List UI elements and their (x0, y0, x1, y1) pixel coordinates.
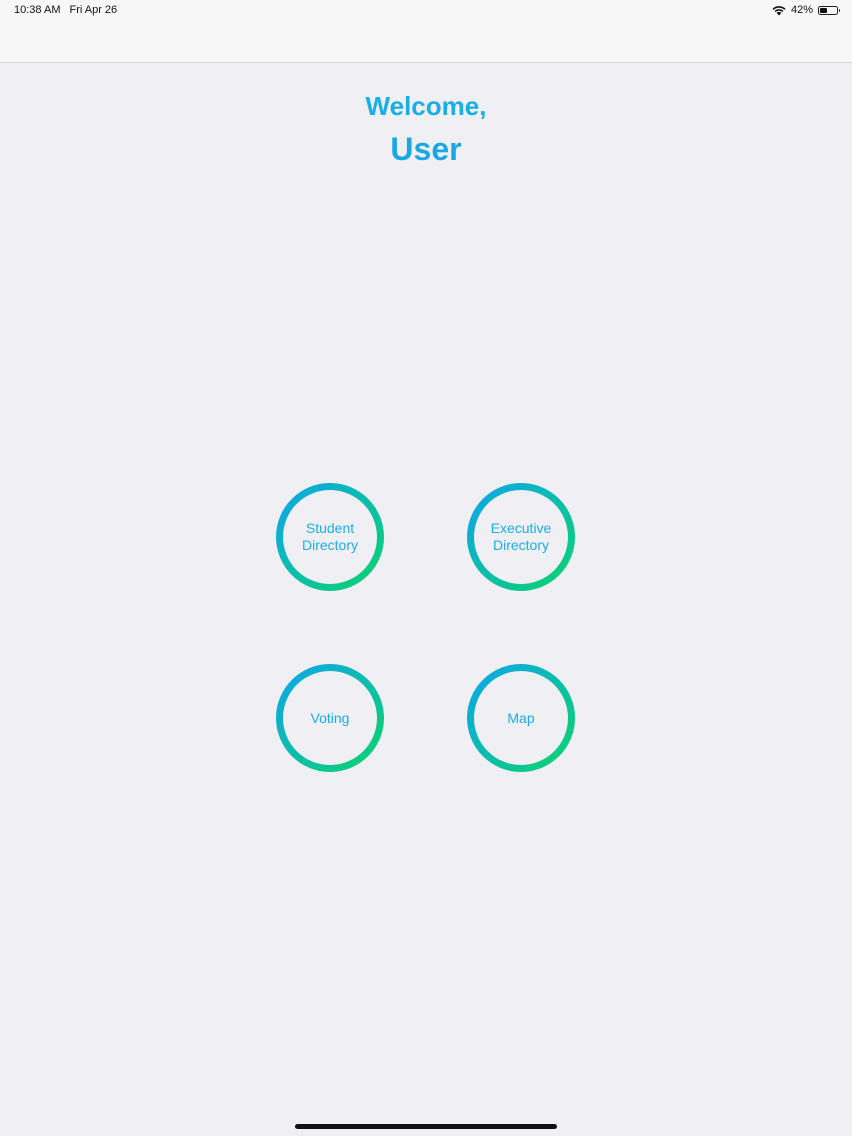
student-directory-label: Student Directory (301, 520, 358, 553)
map-label: Map (507, 709, 535, 726)
voting-button-inner: Voting (283, 671, 377, 765)
status-time: 10:38 AM (14, 4, 61, 16)
user-name: User (390, 131, 462, 167)
battery-fill (820, 7, 827, 13)
welcome-heading: Welcome, (365, 91, 487, 121)
map-button-inner: Map (474, 671, 568, 765)
home-indicator[interactable] (295, 1124, 557, 1129)
status-bar: 10:38 AM Fri Apr 26 42% (0, 0, 852, 20)
executive-directory-label: Executive Directory (490, 520, 552, 553)
student-directory-button-inner: Student Directory (283, 490, 377, 584)
voting-button[interactable]: Voting (276, 664, 384, 772)
status-right: 42% (772, 4, 840, 16)
status-left: 10:38 AM Fri Apr 26 (14, 4, 117, 16)
battery-percentage: 42% (790, 4, 813, 16)
map-button[interactable]: Map (467, 664, 575, 772)
executive-directory-button[interactable]: Executive Directory (467, 483, 575, 591)
wifi-icon (772, 5, 786, 16)
voting-label: Voting (310, 709, 350, 726)
executive-directory-button-inner: Executive Directory (474, 490, 568, 584)
status-date: Fri Apr 26 (69, 4, 118, 16)
student-directory-button[interactable]: Student Directory (276, 483, 384, 591)
battery-icon (818, 5, 840, 15)
